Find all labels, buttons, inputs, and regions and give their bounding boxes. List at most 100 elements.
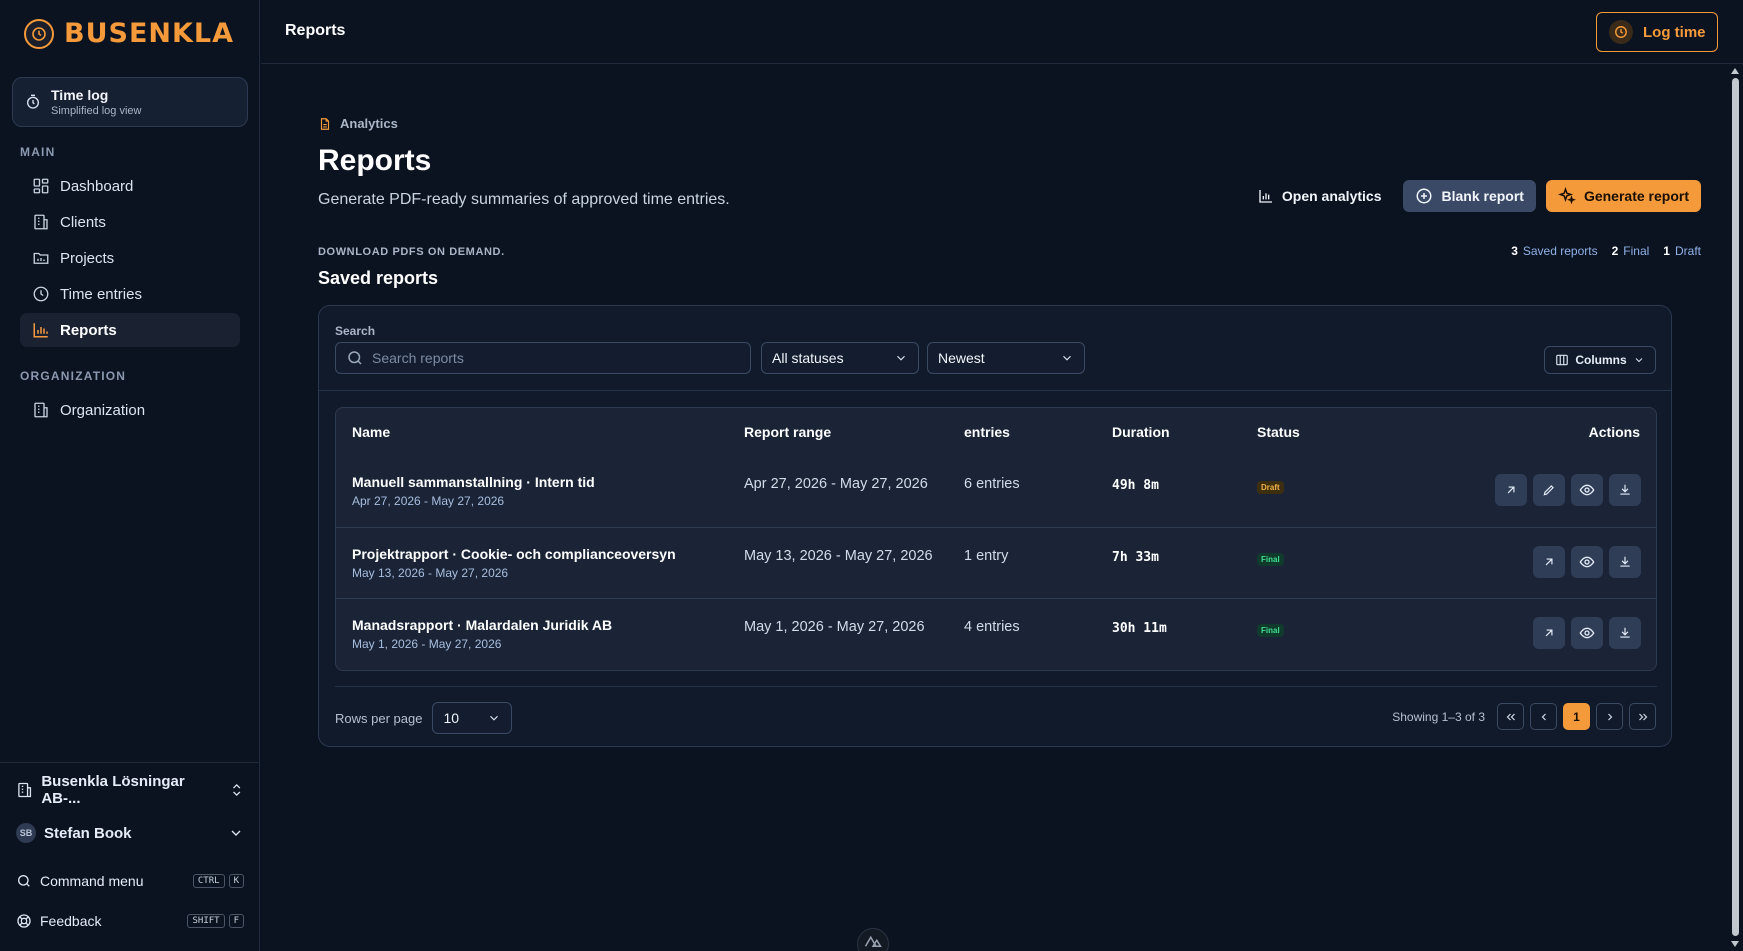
preview-report-button[interactable] [1571,474,1603,506]
timelog-subtitle: Simplified log view [51,105,142,117]
column-header-entries[interactable]: entries [964,424,1010,440]
download-report-button[interactable] [1609,617,1641,649]
preview-report-button[interactable] [1571,617,1603,649]
search-label: Search [335,324,376,338]
generate-report-button[interactable]: Generate report [1545,180,1701,212]
column-header-range[interactable]: Report range [744,424,831,440]
first-page-button[interactable] [1497,703,1524,730]
page-subtitle: Generate PDF-ready summaries of approved… [318,191,730,208]
search-input[interactable]: Search reports [335,342,751,374]
table-row[interactable]: Manadsrapport · Malardalen Juridik AB Ma… [336,598,1656,669]
column-header-name[interactable]: Name [352,424,390,440]
report-entries: 4 entries [964,619,1020,635]
arrow-up-right-icon [1507,486,1515,494]
chevron-right-icon [1607,713,1612,720]
report-name[interactable]: Manuell sammanstallning · Intern tid [352,474,595,490]
report-name[interactable]: Projektrapport · Cookie- och complianceo… [352,546,676,562]
org-section-label: ORGANIZATION [20,369,127,383]
rows-per-page-value: 10 [443,710,460,726]
sidebar-item-label: Dashboard [60,177,134,195]
command-menu-button[interactable]: Command menu CTRL K [16,872,244,890]
sidebar-item-label: Time entries [60,285,142,303]
open-report-button[interactable] [1533,546,1565,578]
building-icon [18,782,32,798]
page-button[interactable]: 1 [1563,703,1590,730]
sidebar-item-label: Reports [60,321,117,339]
main-content: Analytics Reports Generate PDF-ready sum… [261,64,1728,951]
pagination-info: Showing 1–3 of 3 [1392,709,1485,724]
edit-report-button[interactable] [1533,474,1565,506]
logo[interactable]: BUSENKLA [24,18,234,49]
feedback-label: Feedback [40,913,102,929]
report-subrange: May 1, 2026 - May 27, 2026 [352,637,502,651]
eye-icon [1579,484,1595,496]
org-switcher[interactable]: Busenkla Lösningar AB-... [16,773,244,807]
report-name[interactable]: Manadsrapport · Malardalen Juridik AB [352,617,612,633]
shortcut-key: K [228,874,244,888]
rows-per-page-select[interactable]: 10 [432,702,513,734]
scroll-down-arrow[interactable] [1731,941,1739,947]
lifebuoy-icon [17,914,31,928]
report-name-cell: Manadsrapport · Malardalen Juridik AB Ma… [352,617,612,651]
building-icon [34,214,48,230]
scrollbar[interactable] [1728,64,1743,951]
sidebar-item-projects[interactable]: Projects [20,241,240,275]
sidebar-item-time-entries[interactable]: Time entries [20,277,240,311]
main-section-label: MAIN [20,145,56,159]
sidebar-item-clients[interactable]: Clients [20,205,240,239]
feedback-button[interactable]: Feedback SHIFT F [16,912,244,930]
download-icon [1620,556,1630,567]
shortcut-key: F [228,914,244,928]
report-stats: 3 Saved reports 2 Final 1 Draft [1511,244,1701,258]
report-duration: 30h 11m [1112,621,1167,636]
columns-button[interactable]: Columns [1544,346,1656,374]
stat-label: Draft [1674,244,1701,258]
report-subrange: Apr 27, 2026 - May 27, 2026 [352,494,505,508]
timelog-title: Time log [51,87,109,103]
arrow-up-right-icon [1545,629,1553,637]
dashboard-icon [33,178,49,194]
row-actions [1533,546,1641,578]
sidebar-item-reports[interactable]: Reports [20,313,240,347]
user-name: Stefan Book [44,824,132,842]
logo-text: BUSENKLA [64,18,235,49]
status-badge: Final [1257,553,1284,566]
user-menu[interactable]: SB Stefan Book [16,823,244,843]
scroll-up-arrow[interactable] [1731,68,1739,74]
search-icon [18,875,30,887]
stat-count: 3 [1511,244,1518,258]
chevron-down-icon [231,830,241,836]
sort-select[interactable]: Newest [927,342,1085,374]
sidebar-item-organization[interactable]: Organization [20,393,240,427]
divider [335,686,1657,687]
download-report-button[interactable] [1609,546,1641,578]
table-row[interactable]: Manuell sammanstallning · Intern tid Apr… [336,456,1656,527]
next-page-button[interactable] [1596,703,1623,730]
column-header-status[interactable]: Status [1257,424,1300,440]
sidebar-item-label: Clients [60,213,106,231]
prev-page-button[interactable] [1530,703,1557,730]
open-report-button[interactable] [1533,617,1565,649]
blank-report-button[interactable]: Blank report [1403,180,1536,212]
column-header-duration[interactable]: Duration [1112,424,1170,440]
open-analytics-button[interactable]: Open analytics [1246,180,1394,212]
generate-report-label: Generate report [1583,188,1689,204]
sort-value: Newest [938,350,985,366]
sidebar-item-dashboard[interactable]: Dashboard [20,169,240,203]
pagination: Showing 1–3 of 3 1 [1392,703,1656,730]
stat-count: 2 [1611,244,1619,258]
scroll-thumb[interactable] [1732,78,1739,936]
stat-label: Final [1623,244,1650,258]
download-report-button[interactable] [1609,474,1641,506]
preview-report-button[interactable] [1571,546,1603,578]
status-filter-select[interactable]: All statuses [761,342,919,374]
download-icon [1620,484,1630,495]
log-time-button[interactable]: Log time [1596,12,1718,52]
open-report-button[interactable] [1495,474,1527,506]
timelog-card[interactable]: Time log Simplified log view [12,77,248,127]
report-entries: 1 entry [964,548,1009,564]
table-row[interactable]: Projektrapport · Cookie- och complianceo… [336,527,1656,598]
rows-per-page-label: Rows per page [335,710,423,726]
last-page-button[interactable] [1629,703,1656,730]
chevron-down-icon [1063,355,1071,361]
